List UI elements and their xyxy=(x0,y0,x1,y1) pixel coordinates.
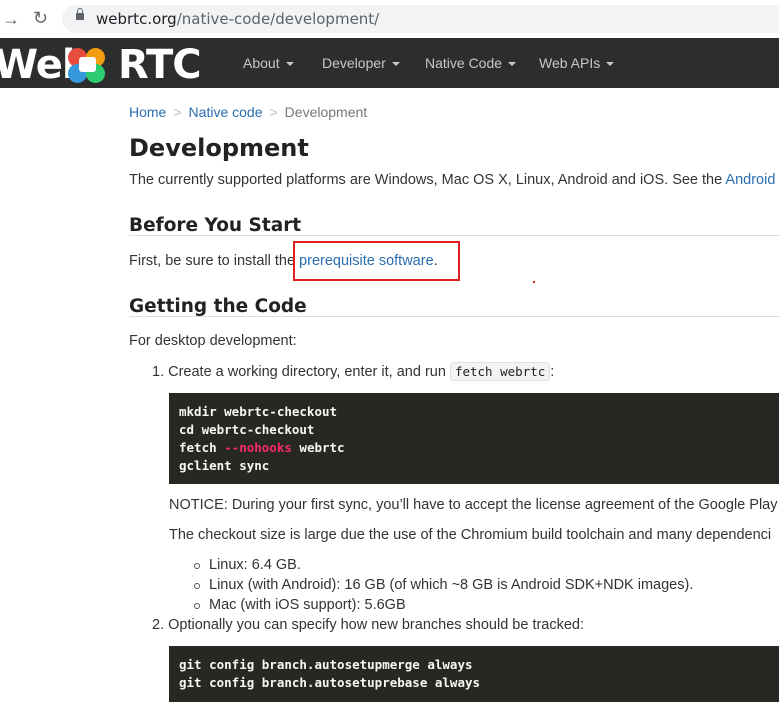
code-block-branch-tracking[interactable]: git config branch.autosetupmerge always … xyxy=(169,646,779,702)
breadcrumb-separator: > xyxy=(269,104,278,120)
menu-developer-label: Developer xyxy=(322,55,386,71)
divider xyxy=(129,316,779,317)
menu-native-code-label: Native Code xyxy=(425,55,503,71)
lock-icon[interactable] xyxy=(76,8,84,20)
step-1-end: : xyxy=(550,364,555,380)
menu-about-label: About xyxy=(243,55,280,71)
url-text[interactable]: webrtc.org/native-code/development/ xyxy=(96,10,379,28)
webrtc-logo-icon xyxy=(68,48,108,88)
menu-native-code[interactable]: Native Code xyxy=(425,38,517,88)
step-1: 1. Create a working directory, enter it,… xyxy=(152,362,555,381)
size-list-item: Linux: 6.4 GB. xyxy=(194,557,301,573)
chevron-down-icon xyxy=(391,62,400,67)
code-line: fetch --nohooks webrtc xyxy=(179,439,769,457)
menu-about[interactable]: About xyxy=(243,38,294,88)
logo-rtc-text: RTC xyxy=(118,42,202,88)
code-line: git config branch.autosetupmerge always xyxy=(179,657,473,672)
step-2: 2. Optionally you can specify how new br… xyxy=(152,617,584,633)
step-1-number: 1. xyxy=(152,364,165,380)
code-flag-token: --nohooks xyxy=(224,440,292,455)
breadcrumb: Home > Native code > Development xyxy=(129,104,367,120)
chevron-down-icon xyxy=(508,62,517,67)
chevron-down-icon xyxy=(285,62,294,67)
size-list-item: Mac (with iOS support): 5.6GB xyxy=(194,597,406,613)
breadcrumb-current: Development xyxy=(284,104,368,120)
code-token: fetch xyxy=(179,440,225,455)
desktop-paragraph: For desktop development: xyxy=(129,333,297,349)
breadcrumb-home[interactable]: Home xyxy=(129,104,166,120)
back-arrow-icon[interactable]: → xyxy=(2,9,20,30)
size-list-item: Linux (with Android): 16 GB (of which ~8… xyxy=(193,577,694,593)
code-line: gclient sync xyxy=(179,458,270,473)
step-2-number: 2. xyxy=(152,617,165,633)
divider xyxy=(129,235,779,236)
notice-paragraph: NOTICE: During your first sync, you’ll h… xyxy=(169,497,778,513)
code-token: webrtc xyxy=(291,440,345,455)
step-1-text: Create a working directory, enter it, an… xyxy=(168,364,450,380)
inline-code-fetch-webrtc: fetch webrtc xyxy=(449,362,551,381)
page-title: Development xyxy=(129,134,309,162)
breadcrumb-separator: > xyxy=(173,104,182,120)
before-text: First, be sure to install the xyxy=(129,253,300,269)
code-line: mkdir webrtc-checkout xyxy=(179,404,338,419)
menu-web-apis[interactable]: Web APIs xyxy=(539,38,615,88)
intro-paragraph: The currently supported platforms are Wi… xyxy=(129,172,775,188)
code-line: cd webrtc-checkout xyxy=(179,422,315,437)
red-highlight-box xyxy=(293,241,460,281)
address-bar[interactable]: webrtc.org/native-code/development/ xyxy=(62,5,779,33)
menu-developer[interactable]: Developer xyxy=(322,38,400,88)
code-block-checkout[interactable]: mkdir webrtc-checkout cd webrtc-checkout… xyxy=(169,393,779,484)
section-heading-before-you-start: Before You Start xyxy=(129,215,302,236)
menu-web-apis-label: Web APIs xyxy=(539,55,601,71)
reload-icon[interactable]: ↻ xyxy=(33,8,48,29)
red-dot-mark xyxy=(533,281,535,283)
code-line: git config branch.autosetuprebase always xyxy=(179,675,481,690)
step-2-text: Optionally you can specify how new branc… xyxy=(168,617,585,633)
browser-toolbar: → ↻ webrtc.org/native-code/development/ xyxy=(0,0,779,38)
section-heading-getting-the-code: Getting the Code xyxy=(129,296,307,317)
breadcrumb-native-code[interactable]: Native code xyxy=(189,104,263,120)
checkout-size-paragraph: The checkout size is large due the use o… xyxy=(169,527,772,543)
intro-text: The currently supported platforms are Wi… xyxy=(129,172,726,188)
site-header: Web RTC About Developer Native Code Web … xyxy=(0,38,779,88)
chevron-down-icon xyxy=(606,62,615,67)
android-link[interactable]: Android xyxy=(725,172,775,188)
